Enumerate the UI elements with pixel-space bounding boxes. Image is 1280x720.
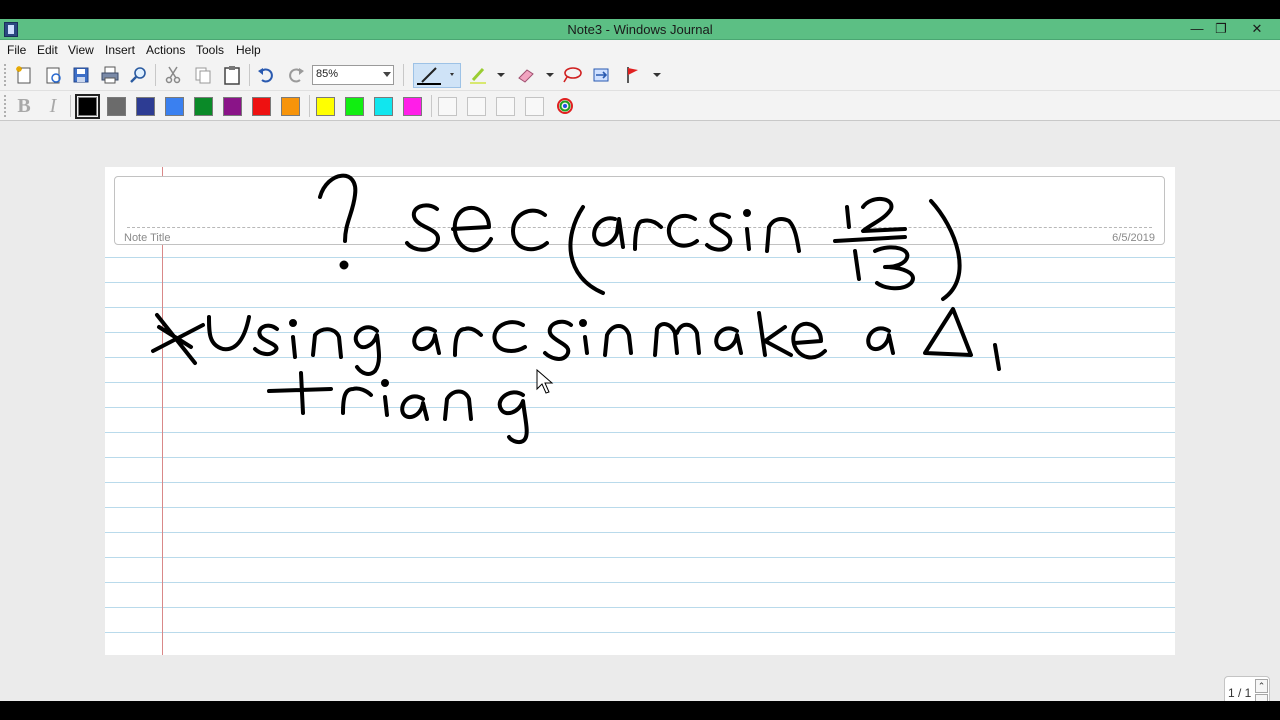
chevron-down-icon [383,72,391,77]
title-bar[interactable]: Note3 - Windows Journal — ❐ ✕ [0,19,1280,40]
note-workspace[interactable]: Note Title 6/5/2019 1 / 1 ⌃ [0,121,1280,710]
highlighter-icon[interactable] [467,64,489,86]
redo-icon[interactable] [285,64,307,86]
toolbar-grip[interactable] [4,95,7,117]
restore-button[interactable]: ❐ [1206,19,1236,40]
cut-icon[interactable] [162,64,184,86]
color-swatch-green[interactable] [194,97,213,116]
toolbar-separator [70,95,71,117]
page-indicator: 1 / 1 [1228,686,1252,700]
pen-tool-button[interactable] [413,63,461,88]
handwriting-ink[interactable] [105,167,1175,655]
new-note-icon[interactable] [13,64,35,86]
close-button[interactable]: ✕ [1242,19,1272,40]
flag-dropdown-icon[interactable] [646,64,668,86]
highlighter-dropdown-icon[interactable] [490,64,512,86]
color-swatch-navy[interactable] [136,97,155,116]
standard-toolbar: 85% [0,60,1280,91]
paste-icon[interactable] [221,64,243,86]
open-note-icon[interactable] [42,64,64,86]
zoom-value: 85% [316,68,339,80]
print-icon[interactable] [99,64,121,86]
menu-help[interactable]: Help [236,43,261,57]
color-swatch-red[interactable] [252,97,271,116]
color-swatch-purple[interactable] [223,97,242,116]
menu-view[interactable]: View [68,43,94,57]
color-swatch-cyan[interactable] [374,97,393,116]
format-toolbar: B I [0,91,1280,121]
window-title: Note3 - Windows Journal [567,22,713,37]
color-swatch-gray[interactable] [107,97,126,116]
toolbar-separator [431,95,432,117]
color-swatch-magenta[interactable] [403,97,422,116]
color-swatch-lime[interactable] [345,97,364,116]
custom-color-slot[interactable] [438,97,457,116]
insert-space-icon[interactable] [590,64,612,86]
flag-icon[interactable] [622,64,644,86]
toolbar-separator [249,64,250,86]
pen-icon [417,67,454,85]
save-icon[interactable] [70,64,92,86]
menu-insert[interactable]: Insert [105,43,135,57]
menu-file[interactable]: File [7,43,26,57]
italic-button[interactable]: I [42,95,64,117]
screen-top-bar [0,0,1280,19]
custom-color-slot[interactable] [525,97,544,116]
custom-color-slot[interactable] [496,97,515,116]
mouse-cursor-icon [536,368,554,394]
toolbar-grip[interactable] [4,64,7,86]
page-up-button[interactable]: ⌃ [1255,679,1268,693]
color-swatch-orange[interactable] [281,97,300,116]
custom-color-slot[interactable] [467,97,486,116]
undo-icon[interactable] [255,64,277,86]
lasso-select-icon[interactable] [561,64,583,86]
eraser-icon[interactable] [515,64,537,86]
chevron-up-icon: ⌃ [1257,681,1266,691]
menu-bar: File Edit View Insert Actions Tools Help [0,40,1280,60]
color-swatch-blue[interactable] [165,97,184,116]
copy-icon[interactable] [192,64,214,86]
toolbar-separator [403,64,404,86]
menu-actions[interactable]: Actions [146,43,185,57]
eraser-dropdown-icon[interactable] [539,64,561,86]
color-swatch-yellow[interactable] [316,97,335,116]
bold-button[interactable]: B [13,95,35,117]
color-swatch-black[interactable] [75,94,100,119]
menu-tools[interactable]: Tools [196,43,224,57]
note-page[interactable]: Note Title 6/5/2019 [105,167,1175,655]
toolbar-separator [155,64,156,86]
zoom-select[interactable]: 85% [312,65,394,85]
menu-edit[interactable]: Edit [37,43,58,57]
color-picker-icon[interactable] [554,95,576,117]
find-icon[interactable] [128,64,150,86]
toolbar-separator [309,95,310,117]
screen-bottom-bar [0,701,1280,720]
journal-window: Note3 - Windows Journal — ❐ ✕ File Edit … [0,19,1280,710]
